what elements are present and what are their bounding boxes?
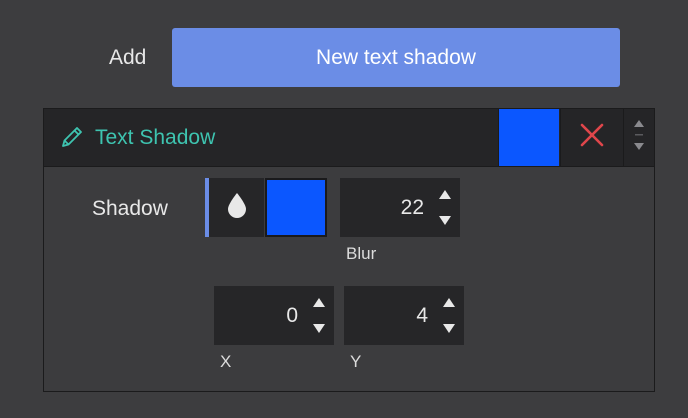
- blur-field[interactable]: [340, 178, 460, 237]
- x-offset-field[interactable]: [214, 286, 334, 345]
- shadow-label: Shadow: [92, 197, 168, 220]
- x-decrement-button[interactable]: [312, 322, 326, 334]
- y-offset-stepper: [442, 297, 456, 334]
- sort-handle[interactable]: [623, 109, 654, 166]
- color-mode-button[interactable]: [205, 178, 264, 237]
- delete-shadow-button[interactable]: [560, 109, 622, 166]
- y-offset-input[interactable]: [356, 303, 430, 329]
- y-decrement-button[interactable]: [442, 322, 456, 334]
- text-shadow-panel: Text Shadow Shadow 22 Blur 0 X 4 Y: [43, 108, 655, 392]
- blur-stepper: [438, 189, 452, 226]
- blur-input[interactable]: [352, 195, 426, 221]
- chevron-down-icon: [439, 216, 451, 225]
- blur-increment-button[interactable]: [438, 189, 452, 201]
- blur-decrement-button[interactable]: [438, 214, 452, 226]
- panel-title[interactable]: Text Shadow: [95, 126, 215, 150]
- new-text-shadow-button[interactable]: New text shadow: [172, 28, 620, 87]
- blur-caption: Blur: [346, 244, 377, 263]
- y-caption: Y: [350, 352, 362, 371]
- shadow-color-fill: [267, 180, 325, 235]
- pencil-icon[interactable]: [59, 124, 85, 150]
- chevron-up-icon: [439, 190, 451, 199]
- y-offset-field[interactable]: [344, 286, 464, 345]
- x-caption: X: [220, 352, 232, 371]
- x-increment-button[interactable]: [312, 297, 326, 309]
- chevron-down-icon: [313, 324, 325, 333]
- x-offset-input[interactable]: [226, 303, 300, 329]
- add-label: Add: [109, 46, 147, 69]
- chevron-down-icon: [443, 324, 455, 333]
- chevron-up-icon: [443, 298, 455, 307]
- close-icon: [579, 122, 605, 153]
- header-color-swatch[interactable]: [498, 109, 559, 166]
- y-increment-button[interactable]: [442, 297, 456, 309]
- panel-header: Text Shadow: [44, 109, 654, 167]
- text-shadow-editor: Add New text shadow Text Shadow Shadow 2…: [0, 0, 688, 418]
- sort-handle-icon: [633, 118, 645, 157]
- shadow-color-swatch[interactable]: [265, 178, 327, 237]
- x-offset-stepper: [312, 297, 326, 334]
- drop-icon: [227, 192, 247, 223]
- chevron-up-icon: [313, 298, 325, 307]
